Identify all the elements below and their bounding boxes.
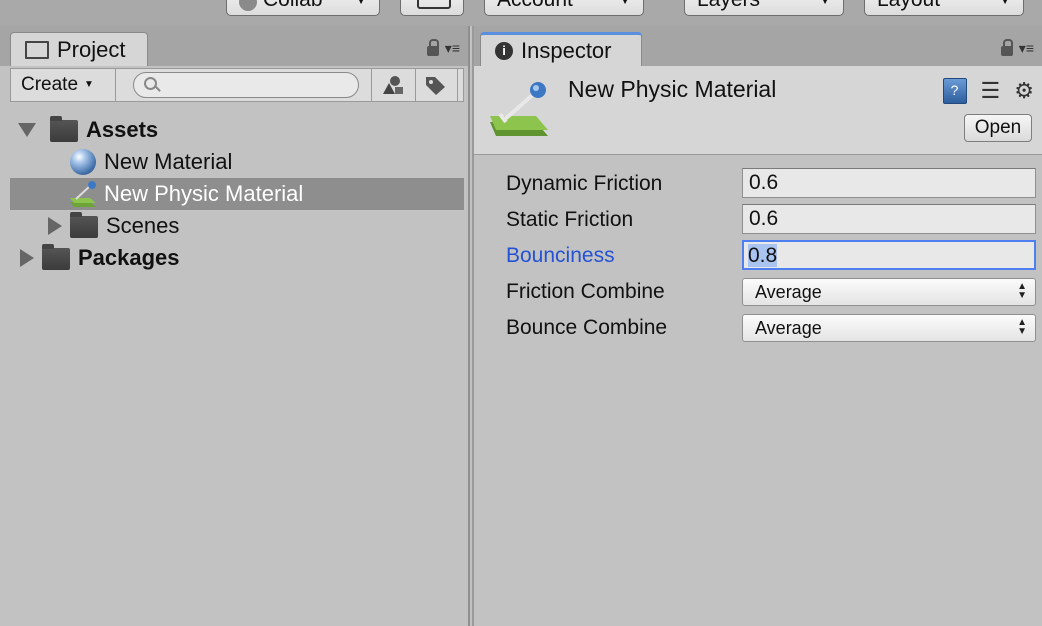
preset-sliders-icon[interactable]: ☰ xyxy=(981,79,1001,103)
tree-item-label: New Physic Material xyxy=(104,181,304,206)
property-list: Dynamic Friction 0.6 Static Friction 0.6… xyxy=(504,166,1036,346)
layers-dropdown[interactable]: Layers ▼ xyxy=(684,0,844,16)
bounciness-field[interactable]: 0.8 xyxy=(742,240,1036,270)
header-icons: ? ☰ ⚙ xyxy=(942,78,1034,104)
account-dropdown[interactable]: Account ▼ xyxy=(484,0,644,16)
dropdown-value: Average xyxy=(755,282,822,302)
project-tree: Assets New Material New Physic Material xyxy=(10,114,464,274)
property-dynamic-friction: Dynamic Friction 0.6 xyxy=(504,166,1036,202)
tab-project-label: Project xyxy=(57,36,126,62)
panel-menu-icon[interactable]: ▾≡ xyxy=(1019,40,1034,57)
layout-label: Layout xyxy=(877,0,940,13)
filter-by-label-icon[interactable] xyxy=(423,74,447,96)
chevron-down-icon: ▼ xyxy=(819,0,831,7)
panel-menu-icon[interactable]: ▾≡ xyxy=(445,40,460,57)
filter-by-type-icon[interactable] xyxy=(381,74,405,96)
inspector-tab-tools: ▾≡ xyxy=(1000,39,1034,57)
property-label: Bounce Combine xyxy=(506,316,668,339)
main-toolbar: Collab ▼ Account ▼ Layers ▼ Layout ▼ xyxy=(0,0,1042,26)
collab-cloud-icon xyxy=(239,0,257,11)
collab-label: Collab xyxy=(263,0,323,13)
toolbar-divider xyxy=(115,69,116,101)
tree-item-new-physic-material[interactable]: New Physic Material xyxy=(10,178,464,210)
chevron-down-icon: ▼ xyxy=(355,0,367,7)
property-label: Bounciness xyxy=(506,244,615,267)
tree-item-label: Packages xyxy=(78,245,180,270)
up-down-arrows-icon: ▲ ▼ xyxy=(1017,281,1027,301)
gear-icon[interactable]: ⚙ xyxy=(1014,79,1034,103)
property-label: Friction Combine xyxy=(506,280,665,303)
folder-icon xyxy=(70,212,98,238)
create-button[interactable]: Create ▼ xyxy=(21,72,94,98)
inspector-panel: i Inspector ▾≡ New Physic Material ? ☰ ⚙… xyxy=(472,26,1042,626)
open-button[interactable]: Open xyxy=(964,114,1032,142)
bounce-combine-dropdown[interactable]: Average ▲ ▼ xyxy=(742,314,1036,342)
account-label: Account xyxy=(497,0,573,13)
folder-icon xyxy=(50,116,78,142)
chevron-down-icon: ▼ xyxy=(84,79,94,90)
material-sphere-icon xyxy=(70,149,96,175)
asset-title: New Physic Material xyxy=(568,76,777,102)
tree-item-label: Scenes xyxy=(106,213,180,238)
property-label: Static Friction xyxy=(506,208,634,231)
static-friction-field[interactable]: 0.6 xyxy=(742,204,1036,234)
search-input[interactable] xyxy=(133,72,359,98)
folder-tab-icon xyxy=(25,40,49,59)
cloud-icon xyxy=(417,0,451,9)
property-label: Dynamic Friction xyxy=(506,172,663,195)
tab-project[interactable]: Project xyxy=(10,32,148,66)
tab-inspector[interactable]: i Inspector xyxy=(480,32,642,66)
chevron-down-icon: ▼ xyxy=(999,0,1011,7)
cloud-button[interactable] xyxy=(400,0,464,16)
lock-icon[interactable] xyxy=(426,39,439,56)
tab-inspector-label: Inspector xyxy=(521,37,612,63)
physic-material-large-icon xyxy=(486,80,550,138)
help-book-icon[interactable]: ? xyxy=(942,78,967,104)
property-bounciness: Bounciness 0.8 xyxy=(504,238,1036,274)
create-label: Create xyxy=(21,74,79,95)
tree-item-label: New Material xyxy=(104,149,233,174)
tree-item-assets[interactable]: Assets xyxy=(10,114,464,146)
project-toolbar: Create ▼ xyxy=(10,68,464,102)
project-tab-tools: ▾≡ xyxy=(426,39,460,57)
project-tabstrip: Project ▾≡ xyxy=(0,26,468,66)
toolbar-divider xyxy=(457,69,458,101)
toolbar-divider xyxy=(371,69,372,101)
inspector-header: New Physic Material ? ☰ ⚙ Open xyxy=(474,66,1042,155)
tree-item-packages[interactable]: Packages xyxy=(10,242,464,274)
tree-item-label: Assets xyxy=(86,117,159,142)
expand-arrow-icon[interactable] xyxy=(18,123,36,137)
folder-icon xyxy=(42,244,70,270)
inspector-tabstrip: i Inspector ▾≡ xyxy=(474,26,1042,66)
property-static-friction: Static Friction 0.6 xyxy=(504,202,1036,238)
layers-label: Layers xyxy=(697,0,760,13)
collab-button[interactable]: Collab ▼ xyxy=(226,0,380,16)
expand-arrow-icon[interactable] xyxy=(20,249,34,267)
selected-text: 0.8 xyxy=(748,244,778,267)
tree-item-new-material[interactable]: New Material xyxy=(10,146,464,178)
dynamic-friction-field[interactable]: 0.6 xyxy=(742,168,1036,198)
up-down-arrows-icon: ▲ ▼ xyxy=(1017,317,1027,337)
tree-item-scenes[interactable]: Scenes xyxy=(10,210,464,242)
property-bounce-combine: Bounce Combine Average ▲ ▼ xyxy=(504,310,1036,346)
property-friction-combine: Friction Combine Average ▲ ▼ xyxy=(504,274,1036,310)
lock-icon[interactable] xyxy=(1000,39,1013,56)
toolbar-divider xyxy=(415,69,416,101)
physic-material-icon xyxy=(68,180,98,208)
dropdown-value: Average xyxy=(755,318,822,338)
info-icon: i xyxy=(495,41,513,60)
friction-combine-dropdown[interactable]: Average ▲ ▼ xyxy=(742,278,1036,306)
chevron-down-icon: ▼ xyxy=(619,0,631,7)
search-icon xyxy=(144,77,157,90)
expand-arrow-icon[interactable] xyxy=(48,217,62,235)
layout-dropdown[interactable]: Layout ▼ xyxy=(864,0,1024,16)
project-panel: Project ▾≡ Create ▼ Assets New Material … xyxy=(0,26,470,626)
